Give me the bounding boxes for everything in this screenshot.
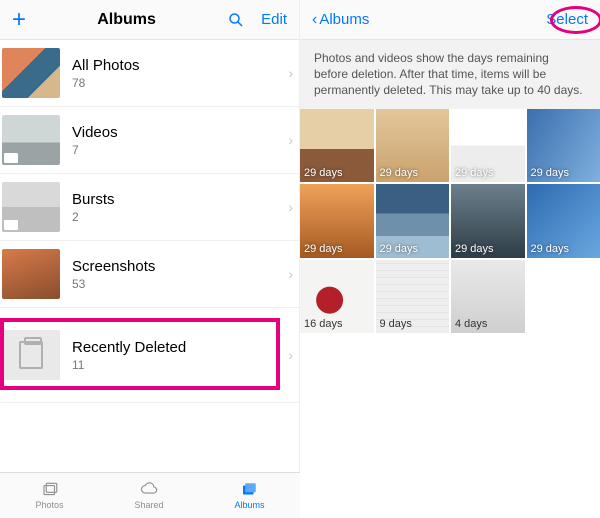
photos-tab-icon: [39, 481, 61, 499]
days-remaining: 29 days: [304, 167, 343, 179]
back-button[interactable]: ‹ Albums: [308, 9, 373, 31]
albums-navbar: + Albums Edit: [0, 0, 299, 40]
days-remaining: 29 days: [531, 243, 570, 255]
chevron-right-icon: ›: [288, 65, 293, 81]
days-remaining: 4 days: [455, 318, 487, 330]
days-remaining: 29 days: [380, 167, 419, 179]
days-remaining: 29 days: [455, 243, 494, 255]
chevron-right-icon: ›: [288, 132, 293, 148]
album-name: Videos: [72, 124, 288, 141]
photo-cell[interactable]: 4 days: [451, 260, 525, 334]
album-thumb: [2, 249, 60, 299]
photo-cell[interactable]: 29 days: [300, 184, 374, 258]
album-thumb: [2, 48, 60, 98]
tab-shared[interactable]: Shared: [134, 481, 163, 510]
album-thumb: [2, 330, 60, 380]
search-button[interactable]: [223, 9, 249, 31]
search-icon: [227, 11, 245, 29]
recently-deleted-navbar: ‹ Albums Select: [300, 0, 600, 40]
video-badge-icon: [4, 153, 18, 163]
album-name: Bursts: [72, 191, 288, 208]
album-row-all-photos[interactable]: All Photos 78 ›: [0, 40, 299, 107]
shared-tab-icon: [138, 481, 160, 499]
album-row-screenshots[interactable]: Screenshots 53 ›: [0, 241, 299, 308]
album-count: 2: [72, 210, 288, 224]
photo-cell[interactable]: 29 days: [300, 109, 374, 183]
chevron-left-icon: ‹: [312, 11, 317, 29]
album-name: Screenshots: [72, 258, 288, 275]
tab-label: Albums: [234, 500, 264, 510]
days-remaining: 29 days: [455, 167, 494, 179]
albums-title: Albums: [97, 11, 156, 29]
days-remaining: 16 days: [304, 318, 343, 330]
tab-albums[interactable]: Albums: [234, 481, 264, 510]
album-count: 53: [72, 277, 288, 291]
album-count: 7: [72, 143, 288, 157]
album-name: Recently Deleted: [72, 339, 288, 356]
burst-badge-icon: [4, 220, 18, 230]
days-remaining: 29 days: [380, 243, 419, 255]
photo-cell[interactable]: 29 days: [376, 109, 450, 183]
chevron-right-icon: ›: [288, 199, 293, 215]
photo-cell[interactable]: 29 days: [376, 184, 450, 258]
album-row-recently-deleted[interactable]: Recently Deleted 11 ›: [0, 308, 299, 403]
photo-cell[interactable]: 29 days: [451, 184, 525, 258]
photo-cell[interactable]: 29 days: [451, 109, 525, 183]
select-button[interactable]: Select: [542, 9, 592, 30]
albums-tab-icon: [238, 481, 260, 499]
album-list: All Photos 78 › Videos 7 › Bursts 2: [0, 40, 299, 518]
days-remaining: 9 days: [380, 318, 412, 330]
trash-icon: [19, 341, 43, 369]
tab-photos[interactable]: Photos: [35, 481, 63, 510]
chevron-right-icon: ›: [288, 266, 293, 282]
album-count: 11: [72, 358, 288, 372]
deletion-info-banner: Photos and videos show the days remainin…: [300, 40, 600, 109]
photo-cell[interactable]: 29 days: [527, 184, 600, 258]
album-thumb: [2, 115, 60, 165]
photo-cell[interactable]: 16 days: [300, 260, 374, 334]
tab-bar-left: Photos Shared Albums: [0, 472, 300, 518]
tab-label: Shared: [134, 500, 163, 510]
photo-grid: 29 days 29 days 29 days 29 days 29 days …: [300, 109, 600, 334]
album-count: 78: [72, 76, 288, 90]
add-album-button[interactable]: +: [8, 6, 30, 34]
back-label: Albums: [319, 11, 369, 28]
album-thumb: [2, 182, 60, 232]
tab-label: Photos: [35, 500, 63, 510]
days-remaining: 29 days: [304, 243, 343, 255]
albums-pane: + Albums Edit All Photos 78 › Video: [0, 0, 300, 518]
edit-button[interactable]: Edit: [257, 9, 291, 30]
photo-cell[interactable]: 9 days: [376, 260, 450, 334]
chevron-right-icon: ›: [288, 347, 293, 363]
album-row-videos[interactable]: Videos 7 ›: [0, 107, 299, 174]
album-row-bursts[interactable]: Bursts 2 ›: [0, 174, 299, 241]
recently-deleted-pane: ‹ Albums Select Photos and videos show t…: [300, 0, 600, 518]
album-name: All Photos: [72, 57, 288, 74]
days-remaining: 29 days: [531, 167, 570, 179]
photo-cell[interactable]: 29 days: [527, 109, 600, 183]
